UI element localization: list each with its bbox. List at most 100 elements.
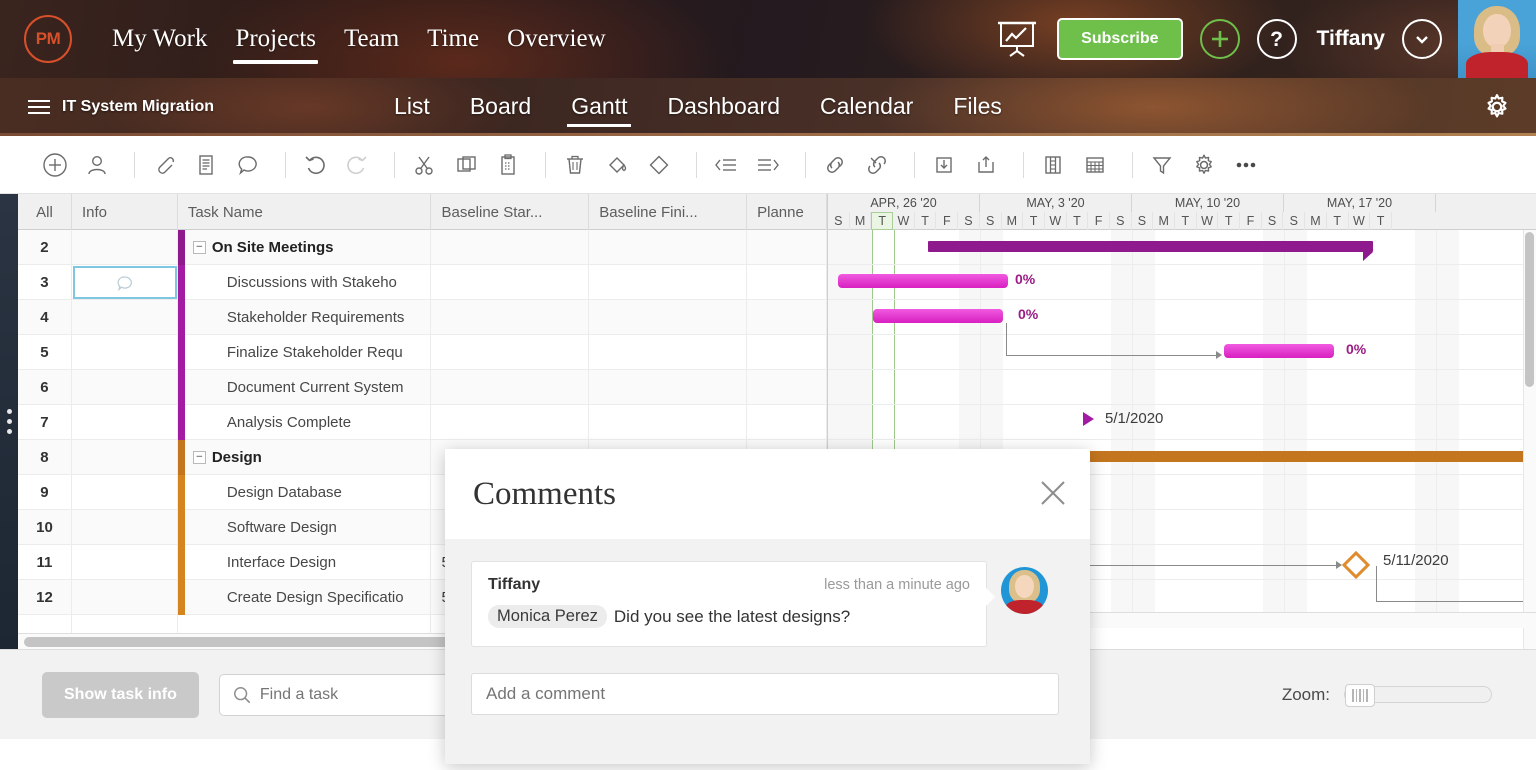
more-options-icon[interactable] — [1229, 148, 1263, 182]
assign-person-icon[interactable] — [80, 148, 114, 182]
row-task-cell[interactable]: Software Design — [177, 510, 432, 545]
redo-icon[interactable] — [340, 148, 374, 182]
column-header-all[interactable]: All — [18, 194, 72, 230]
row-planned[interactable] — [747, 405, 827, 440]
user-avatar[interactable] — [1458, 0, 1536, 78]
comment-icon[interactable] — [231, 148, 265, 182]
menu-hamburger-icon[interactable] — [28, 100, 50, 114]
notes-icon[interactable] — [189, 148, 223, 182]
row-info-cell[interactable] — [72, 300, 178, 335]
milestone-icon[interactable] — [642, 148, 676, 182]
table-row[interactable]: 5 Finalize Stakeholder Requ — [18, 335, 827, 370]
add-comment-input[interactable] — [486, 684, 1058, 704]
row-baseline-finish[interactable] — [589, 300, 748, 335]
chevron-down-icon[interactable] — [1402, 19, 1442, 59]
export-icon[interactable] — [969, 148, 1003, 182]
columns-icon[interactable] — [1036, 148, 1070, 182]
add-icon[interactable] — [1199, 19, 1240, 59]
tab-gantt[interactable]: Gantt — [551, 78, 647, 136]
add-task-icon[interactable] — [38, 148, 72, 182]
table-row[interactable]: 6 Document Current System — [18, 370, 827, 405]
row-baseline-start[interactable] — [431, 230, 590, 265]
row-info-cell[interactable] — [72, 580, 178, 615]
fill-color-icon[interactable] — [600, 148, 634, 182]
row-task-cell[interactable]: Create Design Specificatio — [177, 580, 432, 615]
gantt-milestone-marker[interactable] — [1083, 412, 1094, 426]
row-task-cell[interactable]: Document Current System — [177, 370, 432, 405]
pane-drag-handle[interactable] — [0, 194, 18, 649]
row-baseline-start[interactable] — [431, 405, 590, 440]
row-info-cell[interactable] — [72, 230, 178, 265]
close-icon[interactable] — [1038, 478, 1068, 508]
gantt-task-bar[interactable] — [1224, 344, 1334, 358]
project-settings-gear-icon[interactable] — [1482, 92, 1512, 122]
gantt-task-bar[interactable] — [873, 309, 1003, 323]
zoom-slider-thumb[interactable] — [1345, 684, 1375, 707]
subscribe-button[interactable]: Subscribe — [1057, 18, 1183, 60]
outdent-icon[interactable] — [709, 148, 743, 182]
row-info-cell[interactable] — [72, 475, 178, 510]
row-info-cell[interactable] — [72, 545, 178, 580]
row-planned[interactable] — [747, 230, 827, 265]
column-header-planned[interactable]: Planne — [747, 194, 828, 230]
comment-mention[interactable]: Monica Perez — [488, 605, 607, 628]
row-planned[interactable] — [747, 335, 827, 370]
zoom-slider-track[interactable] — [1344, 684, 1492, 707]
column-header-info[interactable]: Info — [72, 194, 178, 230]
paste-icon[interactable] — [491, 148, 525, 182]
nav-my-work[interactable]: My Work — [98, 0, 221, 78]
row-baseline-start[interactable] — [431, 370, 590, 405]
row-task-cell[interactable]: Interface Design — [177, 545, 432, 580]
row-info-cell[interactable] — [72, 370, 178, 405]
add-comment-field[interactable] — [471, 673, 1059, 715]
attachment-icon[interactable] — [147, 148, 181, 182]
link-tasks-icon[interactable] — [818, 148, 852, 182]
gantt-vertical-scrollbar[interactable] — [1523, 230, 1536, 649]
presentation-chart-icon[interactable] — [995, 19, 1039, 59]
row-info-cell[interactable] — [72, 405, 178, 440]
import-icon[interactable] — [927, 148, 961, 182]
show-task-info-button[interactable]: Show task info — [42, 671, 199, 718]
tab-files[interactable]: Files — [933, 78, 1022, 136]
app-logo[interactable]: PM — [24, 15, 72, 63]
collapse-icon[interactable]: − — [192, 451, 206, 464]
gantt-vscroll-thumb[interactable] — [1525, 232, 1534, 387]
cut-icon[interactable] — [407, 148, 441, 182]
user-name-label[interactable]: Tiffany — [1317, 27, 1385, 51]
grid-icon[interactable] — [1078, 148, 1112, 182]
row-info-cell[interactable] — [72, 335, 178, 370]
tab-dashboard[interactable]: Dashboard — [647, 78, 800, 136]
column-header-baseline-finish[interactable]: Baseline Fini... — [589, 194, 748, 230]
selected-cell-outline[interactable] — [72, 266, 177, 299]
row-planned[interactable] — [747, 370, 827, 405]
row-baseline-finish[interactable] — [589, 265, 748, 300]
row-baseline-finish[interactable] — [589, 370, 748, 405]
row-task-cell[interactable]: Analysis Complete — [177, 405, 432, 440]
column-header-baseline-start[interactable]: Baseline Star... — [431, 194, 590, 230]
tab-list[interactable]: List — [374, 78, 450, 136]
comment-icon[interactable] — [114, 272, 136, 294]
undo-icon[interactable] — [298, 148, 332, 182]
row-task-cell[interactable]: Finalize Stakeholder Requ — [177, 335, 432, 370]
row-task-cell[interactable]: Stakeholder Requirements — [177, 300, 432, 335]
table-row[interactable]: 7 Analysis Complete — [18, 405, 827, 440]
row-info-cell[interactable] — [72, 440, 178, 475]
row-planned[interactable] — [747, 300, 827, 335]
row-task-cell[interactable]: Discussions with Stakeho — [177, 265, 432, 300]
table-row[interactable]: 3 Discussions with Stakeho — [18, 265, 827, 300]
row-task-cell[interactable]: − On Site Meetings — [177, 230, 432, 265]
tab-board[interactable]: Board — [450, 78, 551, 136]
row-baseline-start[interactable] — [431, 265, 590, 300]
nav-projects[interactable]: Projects — [221, 0, 330, 78]
collapse-icon[interactable]: − — [192, 241, 206, 254]
row-baseline-finish[interactable] — [589, 405, 748, 440]
unlink-tasks-icon[interactable] — [860, 148, 894, 182]
row-baseline-start[interactable] — [431, 300, 590, 335]
help-icon[interactable]: ? — [1256, 19, 1297, 59]
table-row[interactable]: 4 Stakeholder Requirements — [18, 300, 827, 335]
row-info-cell[interactable] — [72, 510, 178, 545]
row-task-cell[interactable]: Design Database — [177, 475, 432, 510]
delete-icon[interactable] — [558, 148, 592, 182]
column-header-task-name[interactable]: Task Name — [178, 194, 432, 230]
gantt-task-bar[interactable] — [838, 274, 1008, 288]
